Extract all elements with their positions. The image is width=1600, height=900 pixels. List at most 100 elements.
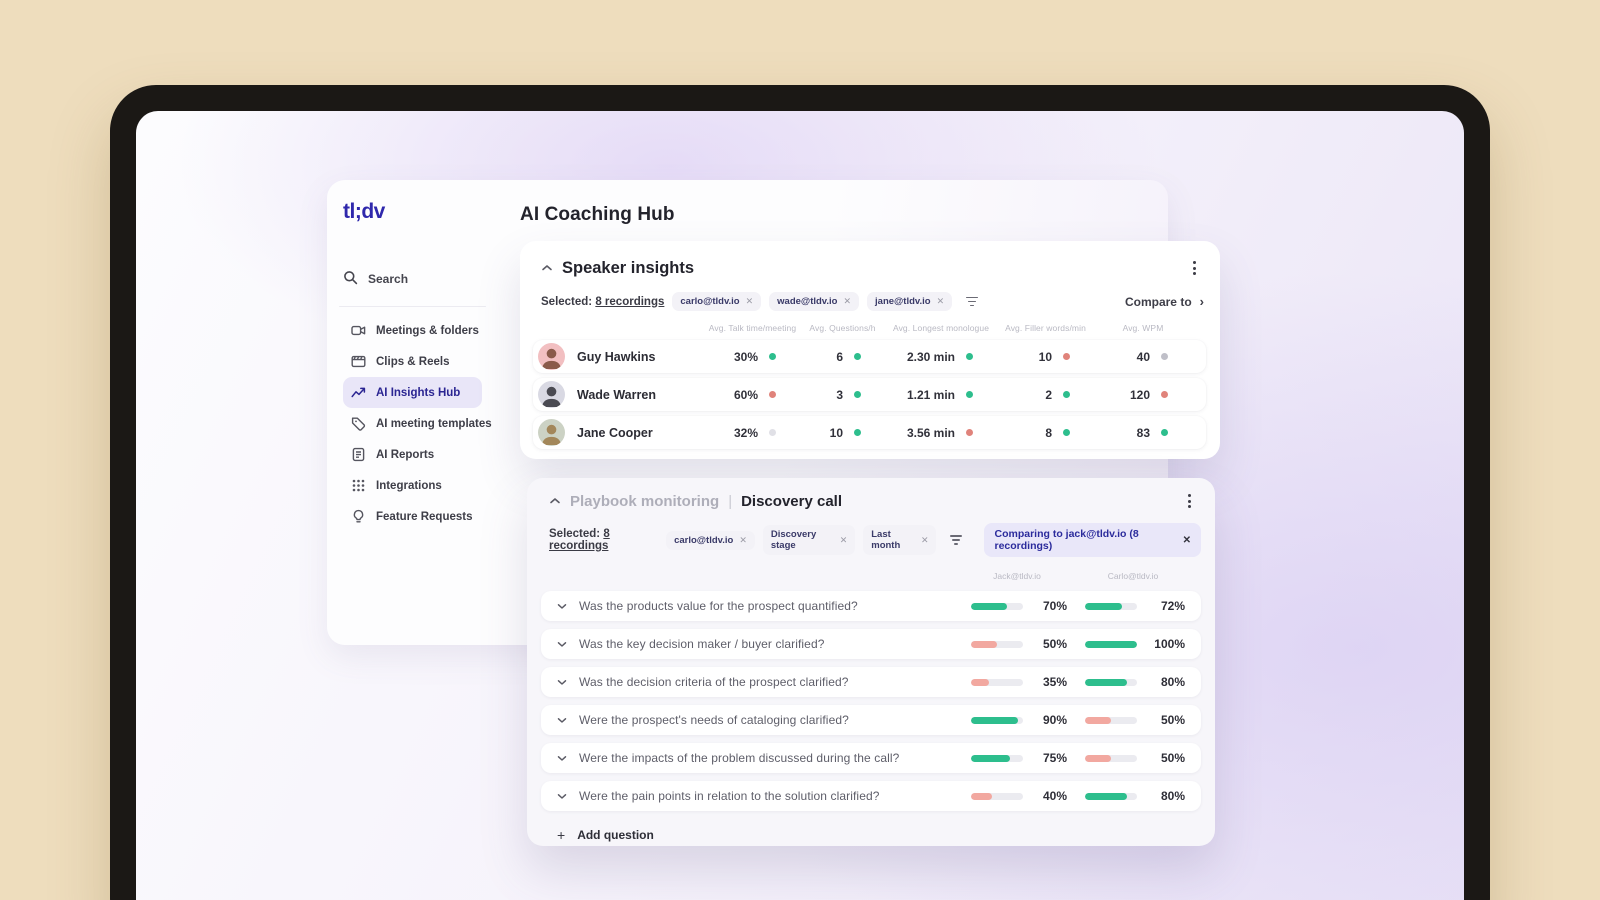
chevron-down-icon[interactable] bbox=[557, 717, 567, 724]
selected-count-link[interactable]: 8 recordings bbox=[595, 296, 664, 308]
question-text: Was the key decision maker / buyer clari… bbox=[579, 637, 825, 651]
question-row[interactable]: Were the pain points in relation to the … bbox=[541, 781, 1201, 811]
progress-bar-carlo bbox=[1085, 678, 1137, 686]
sidebar-item-label: AI Reports bbox=[376, 448, 435, 461]
question-row[interactable]: Was the key decision maker / buyer clari… bbox=[541, 629, 1201, 659]
status-dot bbox=[966, 391, 973, 398]
filter-chip[interactable]: carlo@tldv.io ✕ bbox=[666, 530, 755, 550]
chevron-down-icon[interactable] bbox=[557, 603, 567, 610]
collapse-chevron-up-icon[interactable] bbox=[549, 497, 561, 505]
progress-bar-jack bbox=[971, 640, 1023, 648]
question-text: Were the pain points in relation to the … bbox=[579, 789, 880, 803]
filter-chip[interactable]: carlo@tldv.io ✕ bbox=[672, 292, 762, 311]
filler-words-value: 10 bbox=[1038, 349, 1052, 364]
speaker-insights-card: Speaker insights Selected: 8 recordings … bbox=[520, 241, 1220, 459]
question-text: Were the impacts of the problem discusse… bbox=[579, 751, 900, 765]
column-header: Avg. Filler words/min bbox=[1005, 323, 1086, 333]
sidebar-item-label: Meetings & folders bbox=[376, 324, 479, 337]
chip-close-icon[interactable]: ✕ bbox=[746, 296, 754, 307]
talk-time-value: 60% bbox=[733, 387, 758, 402]
trend-line-icon bbox=[351, 385, 366, 400]
chevron-down-icon[interactable] bbox=[557, 793, 567, 800]
percent-jack: 75% bbox=[1042, 751, 1067, 765]
lightbulb-icon bbox=[351, 509, 366, 524]
questions-value: 6 bbox=[836, 349, 843, 364]
chip-close-icon[interactable]: ✕ bbox=[937, 296, 945, 307]
status-dot bbox=[1161, 429, 1168, 436]
question-row[interactable]: Were the prospect's needs of cataloging … bbox=[541, 705, 1201, 735]
progress-bar-carlo bbox=[1085, 640, 1137, 648]
sidebar-item-ai-meeting-templates[interactable]: AI meeting templates bbox=[343, 408, 492, 439]
sidebar-item-label: AI meeting templates bbox=[376, 417, 492, 430]
report-document-icon bbox=[351, 447, 366, 462]
selected-label: Selected: 8 recordings bbox=[549, 528, 610, 552]
sidebar-item-meetings-folders[interactable]: Meetings & folders bbox=[343, 315, 482, 346]
wpm-value: 40 bbox=[1136, 349, 1150, 364]
chip-close-icon[interactable]: ✕ bbox=[840, 535, 848, 546]
search-button[interactable]: Search bbox=[343, 270, 482, 288]
chip-close-icon[interactable]: ✕ bbox=[921, 535, 929, 546]
status-dot bbox=[854, 353, 861, 360]
collapse-chevron-up-icon[interactable] bbox=[541, 264, 553, 272]
progress-bar-jack bbox=[971, 678, 1023, 686]
selected-label: Selected: 8 recordings bbox=[541, 295, 665, 308]
sidebar-item-ai-insights-hub[interactable]: AI Insights Hub bbox=[343, 377, 482, 408]
compare-to-button[interactable]: Compare to › bbox=[1123, 290, 1206, 313]
question-row[interactable]: Was the decision criteria of the prospec… bbox=[541, 667, 1201, 697]
sidebar-item-integrations[interactable]: Integrations bbox=[343, 470, 482, 501]
sidebar-item-ai-reports[interactable]: AI Reports bbox=[343, 439, 482, 470]
chevron-down-icon[interactable] bbox=[557, 755, 567, 762]
filter-chip[interactable]: jane@tldv.io ✕ bbox=[867, 292, 953, 311]
column-header: Jack@tldv.io bbox=[993, 571, 1041, 581]
column-header: Avg. WPM bbox=[1122, 323, 1164, 333]
speaker-row[interactable]: Guy Hawkins 30% 6 2.30 min 10 40 bbox=[533, 340, 1206, 373]
speaker-row[interactable]: Jane Cooper 32% 10 3.56 min 8 83 bbox=[533, 416, 1206, 449]
filler-words-value: 2 bbox=[1045, 387, 1052, 402]
add-question-button[interactable]: + Add question bbox=[541, 820, 1201, 850]
column-header: Carlo@tldv.io bbox=[1107, 571, 1159, 581]
sidebar: tl;dv Search Meetings & folders Clips & … bbox=[327, 180, 492, 645]
status-dot bbox=[854, 429, 861, 436]
kebab-menu-icon[interactable] bbox=[1187, 257, 1202, 279]
status-dot bbox=[854, 391, 861, 398]
filter-icon[interactable] bbox=[944, 532, 968, 548]
chevron-down-icon[interactable] bbox=[557, 679, 567, 686]
column-header: Avg. Questions/h bbox=[809, 323, 876, 333]
question-row[interactable]: Was the products value for the prospect … bbox=[541, 591, 1201, 621]
screen: tl;dv Search Meetings & folders Clips & … bbox=[136, 111, 1464, 900]
sidebar-item-feature-requests[interactable]: Feature Requests bbox=[343, 501, 482, 532]
status-dot bbox=[1063, 391, 1070, 398]
progress-bar-carlo bbox=[1085, 792, 1137, 800]
kebab-menu-icon[interactable] bbox=[1182, 490, 1197, 512]
tldv-logo: tl;dv bbox=[343, 200, 385, 223]
question-row[interactable]: Were the impacts of the problem discusse… bbox=[541, 743, 1201, 773]
playbook-title: Discovery call bbox=[741, 492, 842, 510]
status-dot bbox=[769, 353, 776, 360]
comparing-badge[interactable]: Comparing to jack@tldv.io (8 recordings)… bbox=[984, 523, 1201, 557]
talk-time-value: 32% bbox=[733, 425, 758, 440]
sidebar-item-label: Clips & Reels bbox=[376, 355, 450, 368]
percent-jack: 40% bbox=[1042, 789, 1067, 803]
sidebar-divider bbox=[339, 306, 486, 307]
chevron-right-icon: › bbox=[1199, 294, 1204, 309]
filter-chip[interactable]: wade@tldv.io ✕ bbox=[769, 292, 860, 311]
chip-close-icon[interactable]: ✕ bbox=[843, 296, 851, 307]
tag-icon bbox=[351, 416, 366, 431]
clapperboard-icon bbox=[351, 354, 366, 369]
percent-carlo: 50% bbox=[1160, 751, 1185, 765]
filter-icon[interactable] bbox=[960, 294, 984, 310]
question-text: Was the decision criteria of the prospec… bbox=[579, 675, 849, 689]
speaker-row[interactable]: Wade Warren 60% 3 1.21 min 2 120 bbox=[533, 378, 1206, 411]
percent-jack: 50% bbox=[1042, 637, 1067, 651]
grid-dots-icon bbox=[351, 478, 366, 493]
filter-chip[interactable]: Last month ✕ bbox=[863, 525, 937, 555]
progress-bar-jack bbox=[971, 792, 1023, 800]
chip-close-icon[interactable]: ✕ bbox=[739, 535, 747, 546]
filter-chip[interactable]: Discovery stage ✕ bbox=[762, 525, 856, 555]
sidebar-item-clips-reels[interactable]: Clips & Reels bbox=[343, 346, 482, 377]
badge-close-icon[interactable]: ✕ bbox=[1183, 535, 1191, 546]
questions-value: 3 bbox=[836, 387, 843, 402]
add-question-label: Add question bbox=[577, 828, 654, 842]
speaker-name: Wade Warren bbox=[577, 387, 656, 402]
chevron-down-icon[interactable] bbox=[557, 641, 567, 648]
